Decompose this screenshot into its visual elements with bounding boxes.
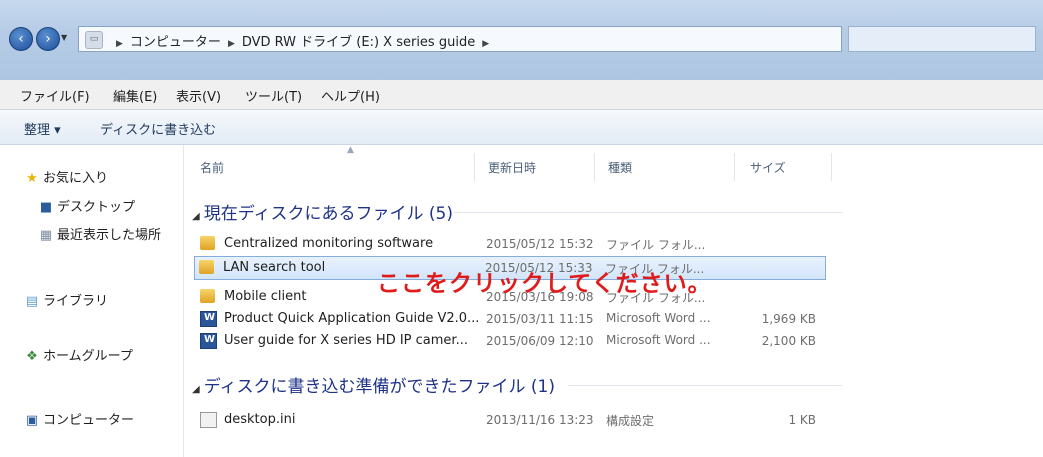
group-header[interactable]: ◢ 現在ディスクにあるファイル (5) xyxy=(192,199,453,224)
file-list: ▲ 名前 更新日時 種類 サイズ ◢ 現在ディスクにあるファイル (5) Cent… xyxy=(184,145,1043,457)
breadcrumb-chevron-icon[interactable]: ▶ xyxy=(228,39,235,49)
list-item[interactable]: Product Quick Application Guide V2.0... … xyxy=(196,308,826,330)
desktop-icon: ■ xyxy=(39,200,53,215)
search-input[interactable] xyxy=(848,26,1036,52)
menu-bar: ファイル(F) 編集(E) 表示(V) ツール(T) ヘルプ(H) xyxy=(0,80,1043,110)
address-bar[interactable]: ▭ ▶ コンピューター ▶ DVD RW ドライブ (E:) X series gui… xyxy=(78,26,842,52)
file-type: Microsoft Word ... xyxy=(606,311,711,325)
nav-item-libraries[interactable]: ▤ ライブラリ xyxy=(24,290,108,309)
nav-item-desktop[interactable]: ■ デスクトップ xyxy=(38,196,135,215)
nav-item-label: 最近表示した場所 xyxy=(57,228,162,243)
menu-help[interactable]: ヘルプ(H) xyxy=(321,86,380,105)
column-divider[interactable] xyxy=(831,153,832,181)
file-size: 2,100 KB xyxy=(761,334,816,348)
sort-arrow-icon: ▲ xyxy=(347,145,354,155)
navigation-pane: ★ お気に入り ■ デスクトップ ▦ 最近表示した場所 ▤ ライブラリ ❖ ホームグループ… xyxy=(0,145,184,457)
nav-item-label: デスクトップ xyxy=(57,200,136,215)
computer-icon: ▣ xyxy=(25,413,39,428)
group-title: ディスクに書き込む準備ができたファイル (1) xyxy=(203,377,555,397)
recent-places-icon: ▦ xyxy=(39,228,53,243)
forward-arrow-icon[interactable]: › xyxy=(36,27,60,51)
menu-view[interactable]: 表示(V) xyxy=(176,86,221,105)
column-divider[interactable] xyxy=(734,153,735,181)
menu-file[interactable]: ファイル(F) xyxy=(20,86,90,105)
settings-file-icon xyxy=(200,412,217,428)
file-name: Centralized monitoring software xyxy=(224,236,434,251)
instruction-annotation: ここをクリックしてください。 xyxy=(377,271,712,297)
group-divider xyxy=(454,212,842,213)
nav-item-homegroup[interactable]: ❖ ホームグループ xyxy=(24,345,133,364)
column-divider[interactable] xyxy=(474,153,475,181)
word-document-icon xyxy=(200,311,217,327)
breadcrumb: ▶ コンピューター ▶ DVD RW ドライブ (E:) X series guide… xyxy=(109,31,496,50)
burn-to-disc-button[interactable]: ディスクに書き込む xyxy=(100,119,216,138)
list-item[interactable]: User guide for X series HD IP camer... 2… xyxy=(196,330,826,352)
file-name: Product Quick Application Guide V2.0... xyxy=(224,311,480,326)
file-name: User guide for X series HD IP camer... xyxy=(224,333,468,348)
organize-button[interactable]: 整理 ▾ xyxy=(24,119,61,138)
file-date: 2013/11/16 13:23 xyxy=(486,413,594,427)
group-title: 現在ディスクにあるファイル (5) xyxy=(203,204,453,224)
list-item[interactable]: desktop.ini 2013/11/16 13:23 構成設定 1 KB xyxy=(196,409,826,431)
nav-item-label: コンピューター xyxy=(43,413,135,428)
homegroup-icon: ❖ xyxy=(26,349,38,364)
group-header[interactable]: ◢ ディスクに書き込む準備ができたファイル (1) xyxy=(192,372,555,397)
column-header-size[interactable]: サイズ xyxy=(750,159,786,176)
nav-item-label: ホームグループ xyxy=(43,349,133,364)
command-bar: 整理 ▾ ディスクに書き込む xyxy=(0,110,1043,145)
star-icon: ★ xyxy=(26,171,38,186)
folder-icon xyxy=(199,260,214,274)
file-size: 1 KB xyxy=(788,413,816,427)
nav-item-label: ライブラリ xyxy=(43,294,109,309)
file-name: desktop.ini xyxy=(224,412,296,427)
column-header-type[interactable]: 種類 xyxy=(608,159,632,176)
breadcrumb-chevron-icon[interactable]: ▶ xyxy=(116,39,123,49)
column-divider[interactable] xyxy=(594,153,595,181)
menu-tools[interactable]: ツール(T) xyxy=(245,86,302,105)
collapse-triangle-icon[interactable]: ◢ xyxy=(192,211,200,222)
library-icon: ▤ xyxy=(25,294,39,309)
file-name: Mobile client xyxy=(224,289,307,304)
list-item[interactable]: Centralized monitoring software 2015/05/… xyxy=(196,233,826,255)
folder-icon xyxy=(200,236,215,250)
file-type: ファイル フォル... xyxy=(606,238,706,252)
explorer-window: ‹ › ▼ ▭ ▶ コンピューター ▶ DVD RW ドライブ (E:) X seri… xyxy=(0,0,1043,457)
file-name: LAN search tool xyxy=(223,260,326,275)
column-header-name[interactable]: 名前 xyxy=(200,159,224,176)
file-date: 2015/06/09 12:10 xyxy=(486,334,594,348)
group-divider xyxy=(568,385,842,386)
title-bar: ‹ › ▼ ▭ ▶ コンピューター ▶ DVD RW ドライブ (E:) X seri… xyxy=(0,0,1043,80)
file-type: 構成設定 xyxy=(606,414,655,428)
menu-edit[interactable]: 編集(E) xyxy=(113,86,157,105)
file-size: 1,969 KB xyxy=(761,312,816,326)
nav-item-label: お気に入り xyxy=(43,171,109,186)
folder-icon xyxy=(200,289,215,303)
file-date: 2015/05/12 15:32 xyxy=(486,237,594,251)
nav-item-computer[interactable]: ▣ コンピューター xyxy=(24,409,134,428)
computer-icon: ▭ xyxy=(85,31,103,49)
word-document-icon xyxy=(200,333,217,349)
nav-item-favorites[interactable]: ★ お気に入り xyxy=(24,167,108,186)
history-dropdown-icon[interactable]: ▼ xyxy=(61,33,67,42)
nav-item-recent[interactable]: ▦ 最近表示した場所 xyxy=(38,224,161,243)
breadcrumb-chevron-icon[interactable]: ▶ xyxy=(482,39,489,49)
breadcrumb-item-computer[interactable]: コンピューター xyxy=(130,35,221,50)
file-type: Microsoft Word ... xyxy=(606,333,711,347)
collapse-triangle-icon[interactable]: ◢ xyxy=(192,384,200,395)
file-date: 2015/03/11 11:15 xyxy=(486,312,594,326)
back-arrow-icon[interactable]: ‹ xyxy=(9,27,33,51)
breadcrumb-item-dvd-drive[interactable]: DVD RW ドライブ (E:) X series guide xyxy=(242,35,475,50)
column-header-date[interactable]: 更新日時 xyxy=(488,159,536,176)
